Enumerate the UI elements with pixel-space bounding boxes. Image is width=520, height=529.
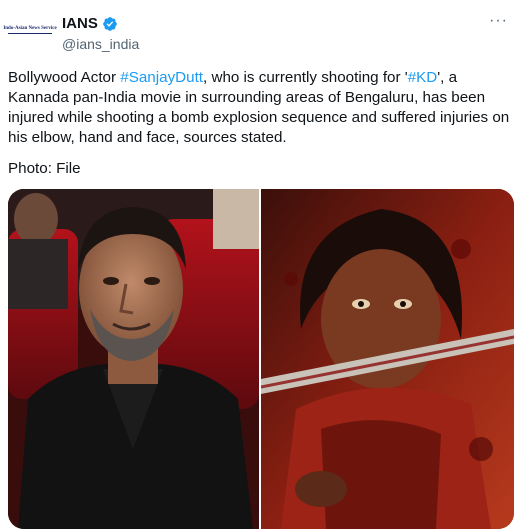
account-name-row: IANS — [62, 15, 118, 32]
hashtag-link[interactable]: #SanjayDutt — [120, 69, 203, 86]
tweet-text: Bollywood Actor #SanjayDutt, who is curr… — [8, 68, 516, 148]
avatar[interactable]: Indo-Asian News Service — [3, 22, 57, 38]
photo-credit: Photo: File — [8, 160, 81, 177]
verified-badge-icon — [102, 16, 118, 32]
media-photo-right[interactable] — [261, 189, 514, 529]
account-handle[interactable]: @ians_india — [62, 36, 139, 52]
tweet-card: Indo-Asian News Service IANS @ians_india… — [0, 0, 520, 529]
ians-logo: Indo-Asian News Service — [3, 26, 57, 31]
tweet-text-segment: , who is currently shooting for ' — [203, 69, 408, 86]
logo-divider — [8, 33, 52, 34]
hashtag-link[interactable]: #KD — [408, 69, 438, 86]
media-photo-left[interactable] — [8, 189, 259, 529]
tweet-text-segment: Bollywood Actor — [8, 69, 121, 86]
account-name[interactable]: IANS — [62, 15, 98, 32]
more-options-icon[interactable]: ··· — [489, 12, 508, 30]
tweet-media[interactable] — [8, 189, 514, 529]
tweet-header: Indo-Asian News Service IANS @ians_india… — [0, 0, 520, 60]
